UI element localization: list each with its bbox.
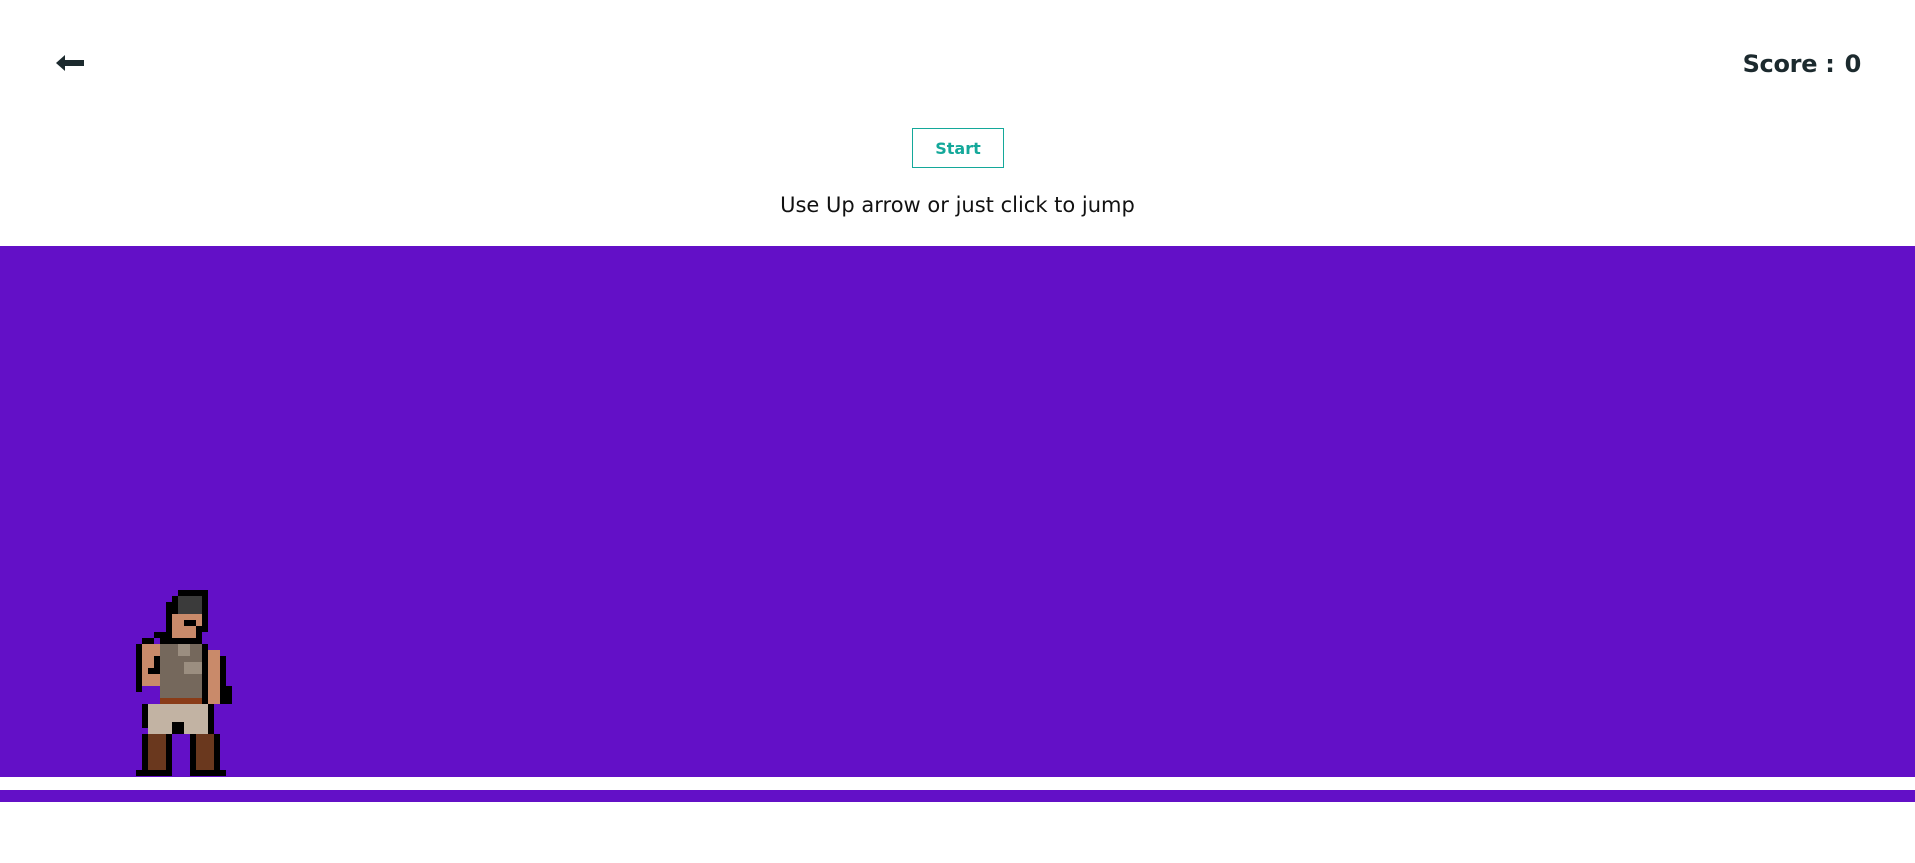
ground-line	[0, 777, 1915, 790]
game-canvas[interactable]	[0, 246, 1915, 777]
player-character	[124, 589, 250, 777]
score-label: Score :	[1742, 50, 1835, 78]
score-value: 0	[1844, 50, 1862, 78]
game-page: Score : 0 Start Use Up arrow or just cli…	[0, 0, 1915, 863]
score-display: Score : 0	[1742, 50, 1862, 78]
arrow-left-icon	[56, 55, 84, 75]
start-button[interactable]: Start	[912, 128, 1004, 168]
ground-stripe	[0, 790, 1915, 802]
instructions-text: Use Up arrow or just click to jump	[780, 193, 1135, 217]
back-button[interactable]	[54, 52, 86, 78]
